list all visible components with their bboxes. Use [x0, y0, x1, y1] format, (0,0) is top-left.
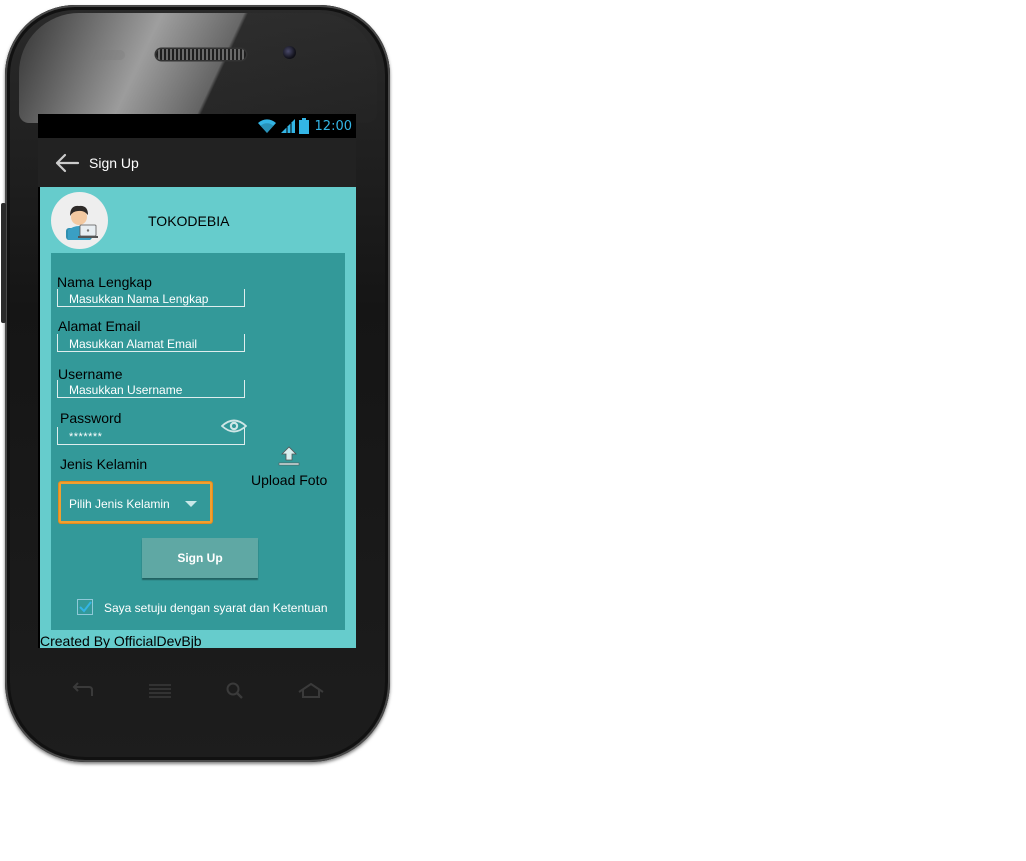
wifi-icon: [257, 119, 276, 133]
password-value: *******: [69, 431, 103, 443]
page-title: Sign Up: [89, 155, 139, 171]
volume-button[interactable]: [1, 203, 6, 323]
home-key-icon[interactable]: [296, 680, 326, 702]
gender-select[interactable]: Pilih Jenis Kelamin: [59, 482, 212, 523]
checkmark-icon: [79, 601, 92, 613]
brand-name: TOKODEBIA: [148, 213, 230, 229]
search-key-icon[interactable]: [220, 680, 250, 702]
signup-button[interactable]: Sign Up: [142, 538, 258, 578]
email-field[interactable]: Masukkan Alamat Email: [57, 334, 245, 352]
gender-label: Jenis Kelamin: [60, 456, 148, 472]
username-field[interactable]: Masukkan Username: [57, 380, 245, 398]
full-name-label: Nama Lengkap: [57, 274, 152, 290]
gender-select-value: Pilih Jenis Kelamin: [69, 497, 170, 511]
signup-content: TOKODEBIA Nama Lengkap Masukkan Nama Len…: [40, 187, 356, 648]
earpiece-speaker: [156, 49, 246, 60]
phone-gloss: [19, 13, 377, 123]
full-name-placeholder: Masukkan Nama Lengkap: [69, 292, 209, 306]
status-bar: 12:00: [38, 114, 356, 138]
chevron-down-icon: [185, 501, 197, 507]
proximity-sensor: [89, 50, 125, 60]
footer-credit: Created By OfficialDevBjb: [40, 633, 202, 648]
password-field[interactable]: *******: [57, 427, 245, 445]
email-label: Alamat Email: [58, 318, 141, 334]
user-laptop-avatar-icon: [51, 192, 108, 249]
action-bar: Sign Up: [38, 138, 356, 188]
email-placeholder: Masukkan Alamat Email: [69, 337, 198, 351]
status-icons: 12:00: [257, 118, 352, 134]
agree-label: Saya setuju dengan syarat dan Ketentuan: [104, 601, 328, 615]
phone-screen: 12:00 Sign Up TOKODEBIA Nama Lengkap Mas…: [38, 114, 356, 648]
username-placeholder: Masukkan Username: [69, 383, 183, 397]
form-panel: Nama Lengkap Masukkan Nama Lengkap Alama…: [51, 253, 345, 630]
arrow-left-icon[interactable]: [54, 153, 80, 173]
back-key-icon[interactable]: [68, 680, 98, 702]
menu-key-icon[interactable]: [145, 680, 175, 702]
battery-icon: [298, 118, 309, 134]
full-name-field[interactable]: Masukkan Nama Lengkap: [57, 289, 245, 307]
upload-photo-button[interactable]: Upload Foto: [251, 472, 327, 488]
front-camera: [283, 46, 296, 59]
eye-icon[interactable]: [221, 417, 247, 435]
status-time: 12:00: [314, 118, 352, 134]
agree-checkbox[interactable]: [77, 599, 93, 615]
upload-icon[interactable]: [277, 445, 301, 467]
signal-icon: [280, 119, 295, 133]
password-label: Password: [60, 410, 122, 426]
